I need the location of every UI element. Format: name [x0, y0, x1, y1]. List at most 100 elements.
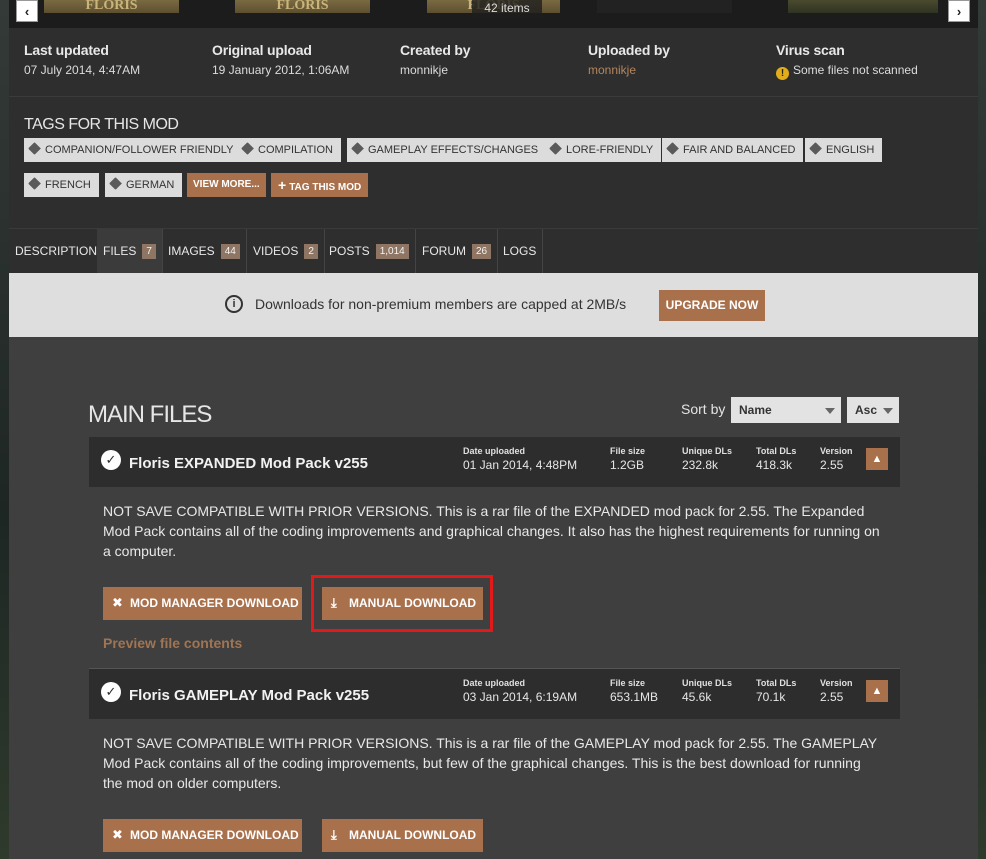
gallery-items-count: 42 items — [472, 0, 542, 17]
file-description: NOT SAVE COMPATIBLE WITH PRIOR VERSIONS.… — [103, 503, 880, 559]
gallery-thumbnail[interactable]: FLORIS — [235, 0, 370, 13]
stat-label: Last updated — [24, 42, 109, 58]
files-section: MAIN FILES Sort by Name Asc ✓ Floris EXP… — [9, 337, 978, 859]
mod-stats: Last updated 07 July 2014, 4:47AM Origin… — [24, 42, 969, 96]
uploader-link[interactable]: monnikje — [588, 63, 670, 77]
tab-posts[interactable]: POSTS 1,014 — [323, 229, 416, 273]
gallery-thumbnail[interactable]: FLORIS — [44, 0, 179, 13]
tab-videos[interactable]: VIDEOS 2 — [247, 229, 325, 273]
preview-file-contents-link[interactable]: Preview file contents — [103, 635, 242, 651]
tag-label: GERMAN — [126, 179, 175, 191]
thumbnail-text: FLORIS — [85, 0, 138, 13]
stat-label: Original upload — [212, 42, 312, 58]
file-size: File size 653.1MB — [610, 678, 658, 704]
stat-value: 232.8k — [682, 458, 719, 472]
file-header[interactable]: ✓ Floris GAMEPLAY Mod Pack v255 Date upl… — [89, 669, 900, 719]
stat-value: 03 Jan 2014, 6:19AM — [463, 690, 578, 704]
tag-label: ENGLISH — [826, 144, 875, 156]
tab-images[interactable]: IMAGES 44 — [162, 229, 247, 273]
file-name: Floris GAMEPLAY Mod Pack v255 — [129, 687, 370, 704]
file-header[interactable]: ✓ Floris EXPANDED Mod Pack v255 Date upl… — [89, 437, 900, 487]
mod-manager-download-button[interactable]: ✖ MOD MANAGER DOWNLOAD — [103, 587, 302, 620]
virus-scan-status: ! Some files not scanned — [776, 63, 918, 80]
tag-this-mod-label: TAG THIS MOD — [289, 182, 362, 193]
wrench-icon: ✖ — [112, 827, 123, 842]
tag-icon — [809, 142, 822, 155]
tag-lore-friendly[interactable]: LORE-FRIENDLY — [545, 138, 662, 162]
tab-files[interactable]: FILES 7 — [97, 229, 163, 273]
premium-banner: i Downloads for non-premium members are … — [9, 273, 978, 337]
stat-label: Date uploaded — [463, 678, 526, 688]
file-date: Date uploaded 03 Jan 2014, 6:19AM — [463, 678, 577, 704]
main-files-title: MAIN FILES — [88, 401, 212, 428]
stat-virus-scan: Virus scan ! Some files not scanned — [776, 42, 918, 80]
tag-this-mod-button[interactable]: + TAG THIS MOD — [271, 173, 369, 197]
stat-value: 2.55 — [820, 690, 844, 704]
chevron-right-icon[interactable]: › — [948, 0, 970, 22]
stat-label: File size — [610, 446, 646, 456]
tag-english[interactable]: ENGLISH — [805, 138, 883, 162]
tab-count-badge: 1,014 — [375, 243, 409, 259]
image-gallery-strip: FLORIS FLORIS FLORIS 42 items ‹ › — [9, 0, 978, 28]
file-unique-dls: Unique DLs 232.8k — [682, 446, 732, 472]
stat-label: Total DLs — [756, 446, 797, 456]
tag-label: COMPANION/FOLLOWER FRIENDLY — [45, 144, 234, 156]
highlight-box — [311, 575, 493, 632]
stat-value: 45.6k — [682, 690, 712, 704]
tag-fair-and-balanced[interactable]: FAIR AND BALANCED — [662, 138, 804, 162]
chevron-down-icon — [825, 408, 835, 414]
background-right — [978, 0, 986, 859]
chevron-left-icon[interactable]: ‹ — [16, 0, 38, 22]
tab-label: VIDEOS — [253, 244, 299, 258]
stat-label: Version — [820, 446, 853, 456]
info-icon: i — [225, 295, 243, 313]
file-body: NOT SAVE COMPATIBLE WITH PRIOR VERSIONS.… — [89, 487, 900, 668]
tag-gameplay-effects[interactable]: GAMEPLAY EFFECTS/CHANGES — [347, 138, 547, 162]
gallery-thumbnail[interactable] — [597, 0, 732, 13]
tab-label: DESCRIPTION — [15, 244, 98, 258]
tab-description[interactable]: DESCRIPTION — [9, 229, 105, 273]
stat-uploaded-by: Uploaded by monnikje — [588, 42, 670, 77]
stat-label: Version — [820, 678, 853, 688]
file-size: File size 1.2GB — [610, 446, 645, 472]
warning-icon: ! — [776, 67, 789, 80]
manual-download-button[interactable]: ⤓ MANUAL DOWNLOAD — [322, 819, 483, 852]
mod-manager-download-button[interactable]: ✖ MOD MANAGER DOWNLOAD — [103, 819, 302, 852]
mod-meta-panel: Last updated 07 July 2014, 4:47AM Origin… — [9, 28, 978, 228]
tab-label: LOGS — [503, 244, 537, 258]
tag-icon — [549, 142, 562, 155]
tab-label: FILES — [103, 244, 137, 258]
stat-label: Uploaded by — [588, 42, 670, 58]
tag-french[interactable]: FRENCH — [24, 173, 99, 197]
tab-forum[interactable]: FORUM 26 — [416, 229, 499, 273]
virus-scan-text: Some files not scanned — [793, 63, 918, 77]
chevron-up-icon[interactable]: ▲ — [866, 448, 888, 470]
gallery-thumbnail[interactable] — [788, 0, 938, 13]
divider — [9, 96, 978, 97]
file-total-dls: Total DLs 70.1k — [756, 678, 796, 704]
tag-companion-follower-friendly[interactable]: COMPANION/FOLLOWER FRIENDLY — [24, 138, 242, 162]
stat-label: Date uploaded — [463, 446, 526, 456]
view-more-tags-button[interactable]: VIEW MORE... — [187, 173, 266, 197]
stat-value: 19 January 2012, 1:06AM — [212, 63, 350, 77]
stat-value: 70.1k — [756, 690, 786, 704]
file-total-dls: Total DLs 418.3k — [756, 446, 796, 472]
tab-logs[interactable]: LOGS — [497, 229, 544, 273]
button-label: MOD MANAGER DOWNLOAD — [130, 828, 299, 842]
tab-label: IMAGES — [168, 244, 215, 258]
chevron-down-icon — [883, 408, 893, 414]
stat-last-updated: Last updated 07 July 2014, 4:47AM — [24, 42, 140, 77]
chevron-up-icon[interactable]: ▲ — [866, 680, 888, 702]
sort-order-value: Asc — [855, 403, 878, 417]
sort-field-select[interactable]: Name — [731, 397, 841, 423]
stat-created-by: Created by monnikje — [400, 42, 471, 77]
tag-german[interactable]: GERMAN — [105, 173, 183, 197]
tag-icon — [666, 142, 679, 155]
stat-label: Total DLs — [756, 678, 797, 688]
tab-count-badge: 7 — [142, 243, 156, 259]
tag-icon — [109, 177, 122, 190]
tab-count-badge: 2 — [304, 243, 318, 259]
upgrade-now-button[interactable]: UPGRADE NOW — [659, 290, 765, 321]
tag-compilation[interactable]: COMPILATION — [237, 138, 341, 162]
sort-order-select[interactable]: Asc — [847, 397, 899, 423]
